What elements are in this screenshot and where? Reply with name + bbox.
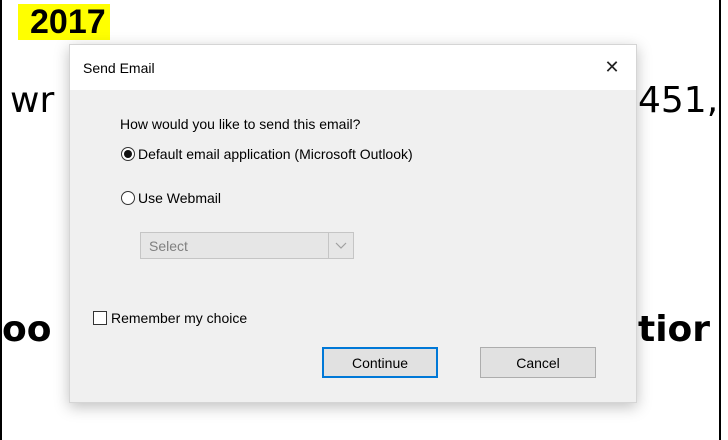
- radio-webmail-label: Use Webmail: [138, 190, 221, 206]
- radio-default-label: Default email application (Microsoft Out…: [138, 146, 413, 162]
- close-icon[interactable]: ✕: [600, 55, 624, 79]
- document-year-highlight: 2017: [18, 4, 110, 40]
- send-email-dialog: Send Email ✕ How would you like to send …: [69, 44, 637, 403]
- remember-choice-box[interactable]: [93, 311, 107, 325]
- cancel-button[interactable]: Cancel: [480, 347, 596, 378]
- document-text-line2-right: tior: [638, 309, 711, 350]
- radio-webmail-icon[interactable]: [121, 191, 135, 205]
- document-text-line2-left: oo: [2, 309, 52, 350]
- webmail-select[interactable]: Select: [140, 232, 354, 259]
- send-method-question: How would you like to send this email?: [120, 116, 361, 132]
- dialog-titlebar: Send Email ✕: [70, 45, 636, 90]
- radio-default-icon[interactable]: [121, 147, 135, 161]
- dialog-title: Send Email: [83, 60, 155, 76]
- remember-choice-checkbox[interactable]: Remember my choice: [93, 310, 247, 326]
- radio-use-webmail[interactable]: Use Webmail: [121, 190, 221, 206]
- continue-button[interactable]: Continue: [322, 347, 438, 378]
- remember-choice-label: Remember my choice: [111, 310, 248, 326]
- radio-default-email-app[interactable]: Default email application (Microsoft Out…: [121, 146, 413, 162]
- chevron-down-icon: [328, 233, 353, 258]
- document-text-line1-right: 451,: [638, 80, 719, 121]
- webmail-select-value: Select: [149, 238, 188, 254]
- document-text-line1-left: wr: [10, 80, 55, 121]
